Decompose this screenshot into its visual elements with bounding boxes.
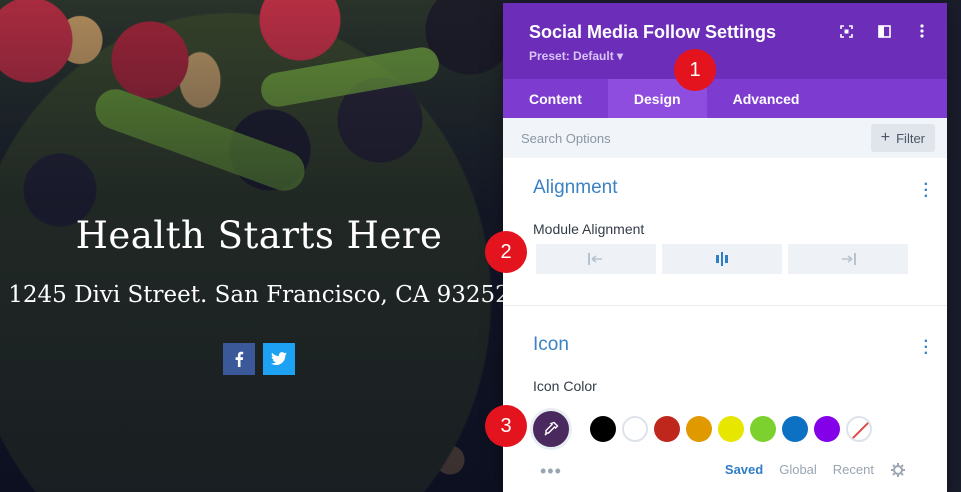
swatch-purple[interactable]: [814, 416, 840, 442]
split-view-icon[interactable]: [877, 24, 891, 38]
panel-header: Social Media Follow Settings Preset: Def…: [503, 3, 947, 79]
facebook-icon: [235, 351, 244, 367]
swatch-orange[interactable]: [686, 416, 712, 442]
section-options-icon[interactable]: · · ·: [924, 177, 929, 205]
icon-color-label: Icon Color: [533, 378, 597, 394]
tab-advanced[interactable]: Advanced: [707, 79, 826, 118]
section-title-icon[interactable]: Icon: [533, 334, 569, 356]
align-left-button[interactable]: [536, 244, 656, 274]
swatch-white[interactable]: [622, 416, 648, 442]
swatch-red[interactable]: [654, 416, 680, 442]
alignment-section: Alignment · · · Module Alignment: [503, 158, 947, 306]
twitter-follow-button[interactable]: [263, 343, 295, 375]
swatch-blue[interactable]: [782, 416, 808, 442]
preset-dropdown[interactable]: Preset: Default ▾: [529, 49, 623, 63]
align-center-icon: [716, 252, 728, 266]
align-left-icon: [588, 253, 602, 265]
swatch-yellow[interactable]: [718, 416, 744, 442]
align-center-button[interactable]: [662, 244, 782, 274]
eyedropper-icon: [544, 421, 559, 436]
filter-button[interactable]: + Filter: [870, 124, 935, 152]
alignment-options: [536, 244, 908, 274]
align-right-icon: [842, 253, 856, 265]
section-title-alignment[interactable]: Alignment: [533, 177, 618, 199]
hero-title: Health Starts Here: [75, 214, 443, 257]
settings-tabs: Content Design Advanced: [503, 79, 947, 118]
swatch-black[interactable]: [590, 416, 616, 442]
swatch-none[interactable]: [846, 416, 872, 442]
step-badge-3: 3: [485, 405, 527, 447]
panel-title: Social Media Follow Settings: [529, 22, 777, 42]
filter-label: Filter: [896, 130, 925, 146]
facebook-follow-button[interactable]: [223, 343, 255, 375]
swatch-green[interactable]: [750, 416, 776, 442]
palette-tab-saved[interactable]: Saved: [725, 462, 763, 477]
palette-tab-recent[interactable]: Recent: [833, 462, 874, 477]
expand-icon[interactable]: [839, 24, 853, 38]
module-alignment-label: Module Alignment: [533, 221, 645, 237]
color-picker-button[interactable]: [530, 408, 572, 450]
align-right-button[interactable]: [788, 244, 908, 274]
step-badge-2: 2: [485, 231, 527, 273]
icon-color-swatches: [530, 408, 872, 450]
section-options-icon[interactable]: · · ·: [924, 334, 929, 362]
search-bar: + Filter: [503, 118, 947, 158]
palette-tabs: Saved Global Recent: [725, 462, 874, 477]
header-actions: [839, 24, 929, 38]
step-badge-1: 1: [674, 49, 716, 91]
social-follow-row: [223, 343, 295, 375]
chevron-down-icon: ▾: [617, 49, 624, 63]
tab-content[interactable]: Content: [503, 79, 608, 118]
hero-address: 1245 Divi Street. San Francisco, CA 9325…: [8, 282, 510, 308]
preset-label: Preset: Default: [529, 49, 614, 63]
search-input[interactable]: [521, 124, 841, 152]
twitter-icon: [271, 352, 287, 365]
palette-tab-global[interactable]: Global: [779, 462, 817, 477]
more-colors-icon[interactable]: •••: [540, 461, 562, 482]
gear-icon[interactable]: [891, 463, 905, 482]
plus-icon: +: [880, 129, 891, 146]
more-options-icon[interactable]: [915, 24, 929, 38]
